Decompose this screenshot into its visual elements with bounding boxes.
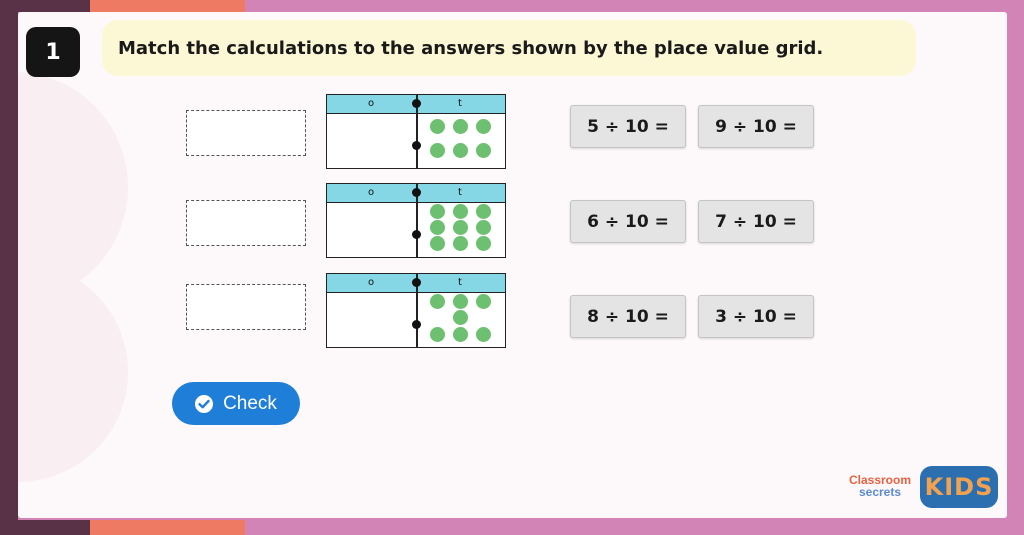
tenth-counter — [476, 236, 491, 251]
calculation-card[interactable]: 7 ÷ 10 = — [698, 200, 814, 243]
tenth-counter — [430, 236, 445, 251]
tenth-counter — [453, 143, 468, 158]
calculation-card[interactable]: 9 ÷ 10 = — [698, 105, 814, 148]
tenth-counter — [453, 220, 468, 235]
calculation-card[interactable]: 8 ÷ 10 = — [570, 295, 686, 338]
answer-drop-zone[interactable] — [186, 200, 306, 246]
decimal-point — [412, 230, 421, 239]
tenth-counter — [476, 220, 491, 235]
place-value-grid: o t — [326, 273, 506, 348]
place-value-grid: o t — [326, 94, 506, 169]
tenth-counter — [476, 119, 491, 134]
logo-line2: secrets — [858, 485, 902, 499]
decimal-point — [412, 320, 421, 329]
question-banner: Match the calculations to the answers sh… — [102, 20, 916, 76]
check-button-label: Check — [223, 392, 277, 414]
kids-logo: KIDS — [920, 466, 998, 508]
tenth-counter — [430, 119, 445, 134]
tenth-counter — [453, 294, 468, 309]
decimal-point — [412, 188, 421, 197]
tenth-counter — [430, 327, 445, 342]
tenth-counter — [430, 143, 445, 158]
tenth-counter — [430, 220, 445, 235]
decimal-point — [412, 278, 421, 287]
tenth-counter — [453, 119, 468, 134]
ones-header: o — [367, 187, 375, 198]
tenth-counter — [476, 204, 491, 219]
tenth-counter — [476, 294, 491, 309]
tenth-counter — [453, 204, 468, 219]
check-button[interactable]: Check — [172, 382, 300, 425]
tenth-counter — [453, 236, 468, 251]
tenth-counter — [430, 204, 445, 219]
tenth-counter — [476, 327, 491, 342]
calculation-card[interactable]: 3 ÷ 10 = — [698, 295, 814, 338]
answer-drop-zone[interactable] — [186, 284, 306, 330]
question-panel: 1 Match the calculations to the answers … — [18, 12, 1007, 518]
background-bottom-coral — [90, 520, 245, 535]
calculation-card[interactable]: 6 ÷ 10 = — [570, 200, 686, 243]
decimal-point — [412, 99, 421, 108]
tenth-counter — [453, 310, 468, 325]
answer-drop-zone[interactable] — [186, 110, 306, 156]
tenths-header: t — [458, 277, 462, 288]
check-circle-icon — [195, 394, 214, 413]
decoration — [18, 262, 128, 482]
question-text: Match the calculations to the answers sh… — [118, 37, 824, 59]
question-number: 1 — [26, 27, 80, 77]
decimal-point — [412, 141, 421, 150]
place-value-grid: o t — [326, 183, 506, 258]
background-top-dark — [0, 0, 90, 12]
ones-header: o — [367, 277, 375, 288]
ones-header: o — [367, 98, 375, 109]
calculation-card[interactable]: 5 ÷ 10 = — [570, 105, 686, 148]
classroom-secrets-logo: Classroom secrets — [840, 474, 920, 508]
background-top-coral — [90, 0, 245, 12]
tenths-header: t — [458, 187, 462, 198]
background-bottom-dark — [0, 520, 90, 535]
tenth-counter — [476, 143, 491, 158]
tenths-header: t — [458, 98, 462, 109]
tenth-counter — [430, 294, 445, 309]
tenth-counter — [453, 327, 468, 342]
background-left-strip — [0, 0, 18, 535]
